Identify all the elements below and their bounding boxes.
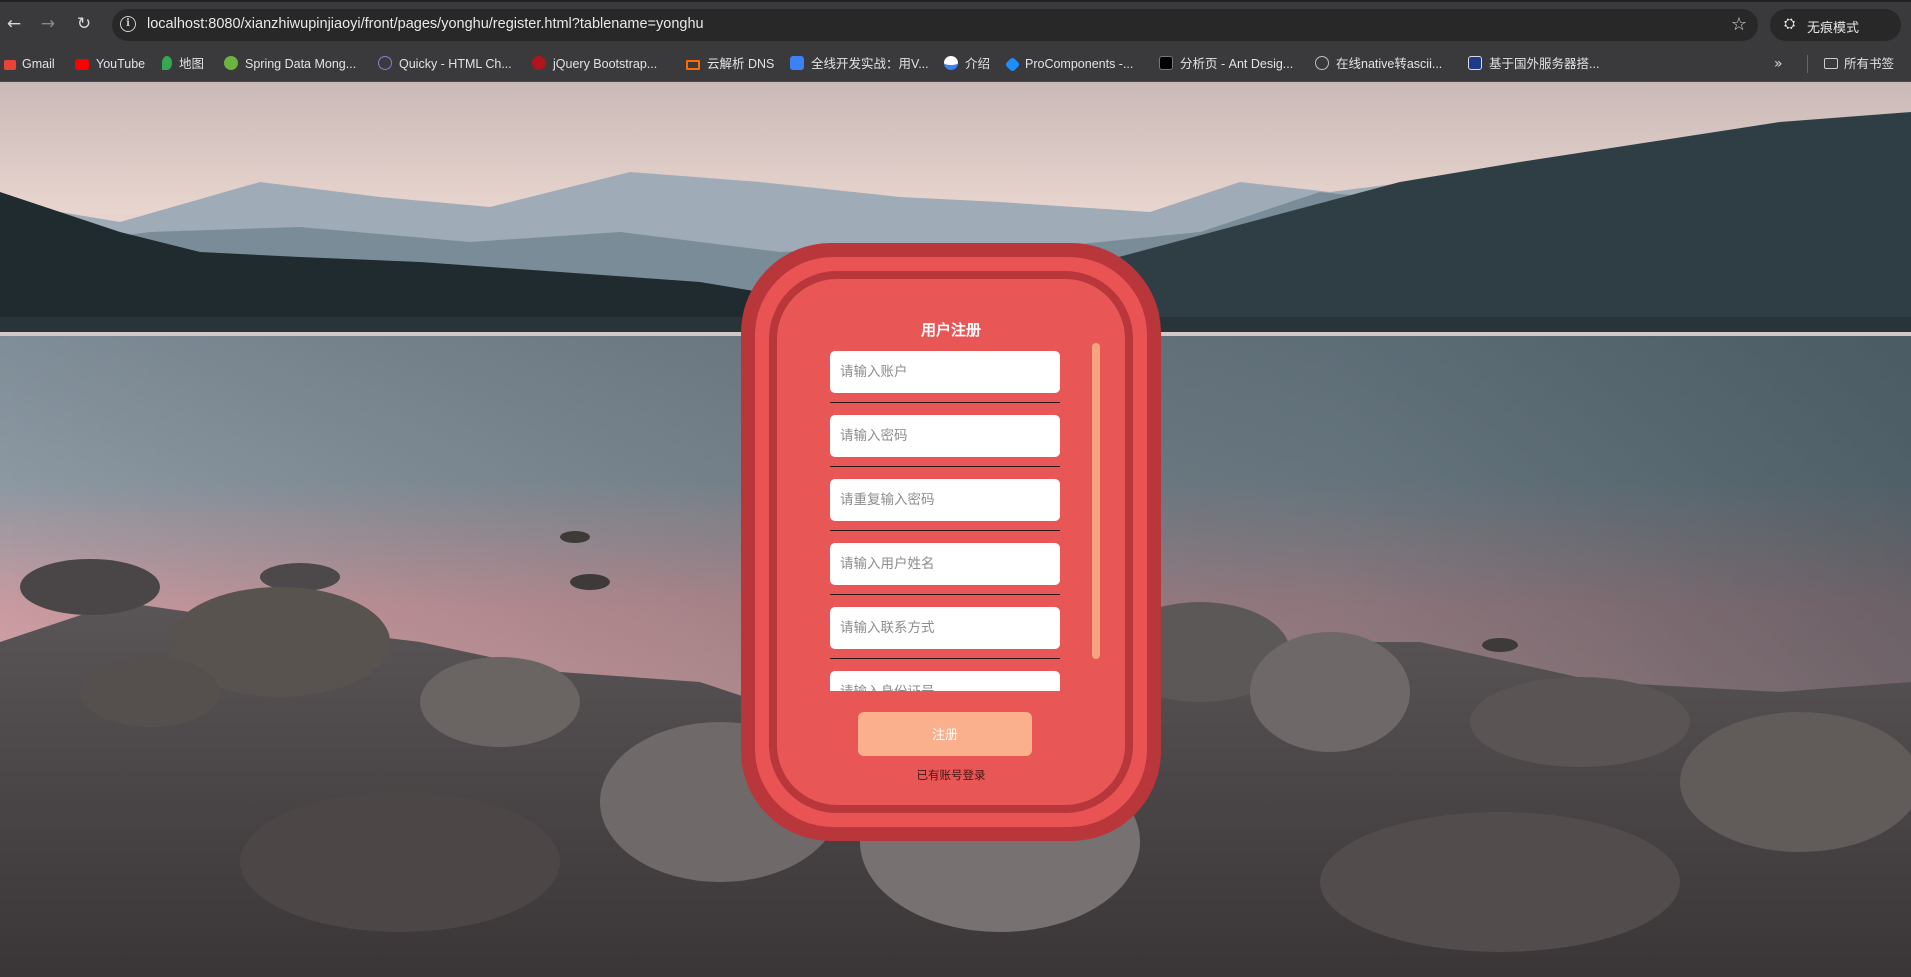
gmail-icon bbox=[4, 60, 16, 70]
form-scrollbar[interactable] bbox=[1092, 343, 1100, 659]
repeat-password-input[interactable] bbox=[830, 479, 1060, 521]
bookmark-server[interactable]: 基于国外服务器搭... bbox=[1468, 53, 1599, 75]
map-pin-icon bbox=[162, 56, 172, 70]
bookmark-quicky[interactable]: Quicky - HTML Ch... bbox=[378, 53, 512, 75]
field-divider bbox=[830, 466, 1060, 467]
bookmark-native[interactable]: 在线native转ascii... bbox=[1315, 53, 1442, 75]
pro-logo-icon bbox=[1159, 56, 1173, 70]
id-card-field[interactable] bbox=[830, 671, 1060, 691]
aliyun-icon bbox=[686, 60, 700, 70]
bookmark-procomponents[interactable]: ProComponents -... bbox=[1004, 53, 1134, 75]
bookmark-label: 在线native转ascii... bbox=[1336, 57, 1443, 71]
name-input[interactable] bbox=[830, 543, 1060, 585]
password-field[interactable] bbox=[830, 415, 1060, 457]
spring-leaf-icon bbox=[224, 56, 238, 70]
bookmark-label: Spring Data Mong... bbox=[245, 57, 357, 71]
phone-input[interactable] bbox=[830, 607, 1060, 649]
field-divider bbox=[830, 594, 1060, 595]
quicky-icon bbox=[378, 56, 392, 70]
bookmark-intro[interactable]: 介绍 bbox=[944, 53, 990, 75]
password-input[interactable] bbox=[830, 415, 1060, 457]
repeat-password-field[interactable] bbox=[830, 479, 1060, 521]
bookmark-gmail[interactable]: Gmail bbox=[4, 53, 55, 75]
id-card-input[interactable] bbox=[830, 671, 1060, 691]
forward-arrow-icon[interactable]: → bbox=[36, 12, 60, 36]
account-input[interactable] bbox=[830, 351, 1060, 393]
bookmark-label: 分析页 - Ant Desig... bbox=[1180, 57, 1294, 71]
incognito-icon: ⛭ bbox=[1784, 16, 1796, 32]
register-card: 用户注册 注册 已有账号登录 bbox=[741, 243, 1161, 841]
back-arrow-icon[interactable]: ← bbox=[2, 12, 26, 36]
bookmark-label: 云解析 DNS bbox=[707, 57, 775, 71]
browser-toolbar: ← → ↻ i localhost:8080/xianzhiwupinjiaoy… bbox=[0, 0, 1911, 46]
intro-icon bbox=[944, 56, 958, 70]
youtube-icon bbox=[75, 59, 89, 70]
phone-field[interactable] bbox=[830, 607, 1060, 649]
account-field[interactable] bbox=[830, 351, 1060, 393]
address-bar[interactable]: i localhost:8080/xianzhiwupinjiaoyi/fron… bbox=[112, 9, 1758, 41]
bookmarks-divider bbox=[1807, 55, 1808, 73]
bookmark-star-icon[interactable]: ☆ bbox=[1731, 14, 1747, 35]
procomponents-icon bbox=[1004, 56, 1021, 73]
register-button[interactable]: 注册 bbox=[858, 712, 1032, 756]
jquery-icon bbox=[532, 56, 546, 70]
bookmarks-bar: Gmail YouTube 地图 Spring Data Mong... Qui… bbox=[0, 46, 1911, 82]
all-bookmarks-label: 所有书签 bbox=[1844, 56, 1895, 71]
bookmark-dns[interactable]: 云解析 DNS bbox=[686, 53, 774, 75]
bookmark-jquery[interactable]: jQuery Bootstrap... bbox=[532, 53, 657, 75]
bookmark-label: ProComponents -... bbox=[1025, 57, 1134, 71]
bookmark-label: Quicky - HTML Ch... bbox=[399, 57, 512, 71]
bookmark-label: 介绍 bbox=[965, 57, 991, 71]
bookmark-fullstack[interactable]: 全线开发实战：用V... bbox=[790, 53, 929, 75]
field-divider bbox=[830, 402, 1060, 403]
form-title: 用户注册 bbox=[920, 321, 981, 339]
reload-icon[interactable]: ↻ bbox=[72, 12, 96, 36]
bookmark-antdesign[interactable]: 分析页 - Ant Desig... bbox=[1159, 53, 1293, 75]
incognito-badge[interactable]: ⛭ 无痕模式 bbox=[1770, 9, 1901, 41]
bookmark-label: 基于国外服务器搭... bbox=[1489, 57, 1600, 71]
flag-icon bbox=[1468, 56, 1482, 70]
bookmark-maps[interactable]: 地图 bbox=[162, 53, 204, 75]
register-form-fields[interactable] bbox=[830, 351, 1066, 691]
bookmark-label: jQuery Bootstrap... bbox=[553, 57, 658, 71]
url-text[interactable]: localhost:8080/xianzhiwupinjiaoyi/front/… bbox=[147, 16, 704, 32]
bookmark-label: 全线开发实战：用V... bbox=[811, 57, 929, 71]
bookmark-youtube[interactable]: YouTube bbox=[75, 53, 145, 75]
bookmark-label: Gmail bbox=[22, 57, 55, 71]
site-info-icon[interactable]: i bbox=[120, 16, 136, 32]
globe-icon bbox=[1315, 56, 1329, 70]
all-bookmarks-button[interactable]: 所有书签 bbox=[1824, 53, 1894, 75]
field-divider bbox=[830, 658, 1060, 659]
bookmark-spring[interactable]: Spring Data Mong... bbox=[224, 53, 356, 75]
incognito-label: 无痕模式 bbox=[1807, 21, 1860, 36]
login-link[interactable]: 已有账号登录 bbox=[741, 767, 1161, 783]
field-divider bbox=[830, 530, 1060, 531]
m-logo-icon bbox=[790, 56, 804, 70]
bookmark-label: 地图 bbox=[179, 57, 205, 71]
name-field[interactable] bbox=[830, 543, 1060, 585]
bookmark-label: YouTube bbox=[96, 57, 146, 71]
bookmarks-overflow-icon[interactable]: » bbox=[1774, 53, 1783, 75]
folder-icon bbox=[1824, 58, 1838, 69]
